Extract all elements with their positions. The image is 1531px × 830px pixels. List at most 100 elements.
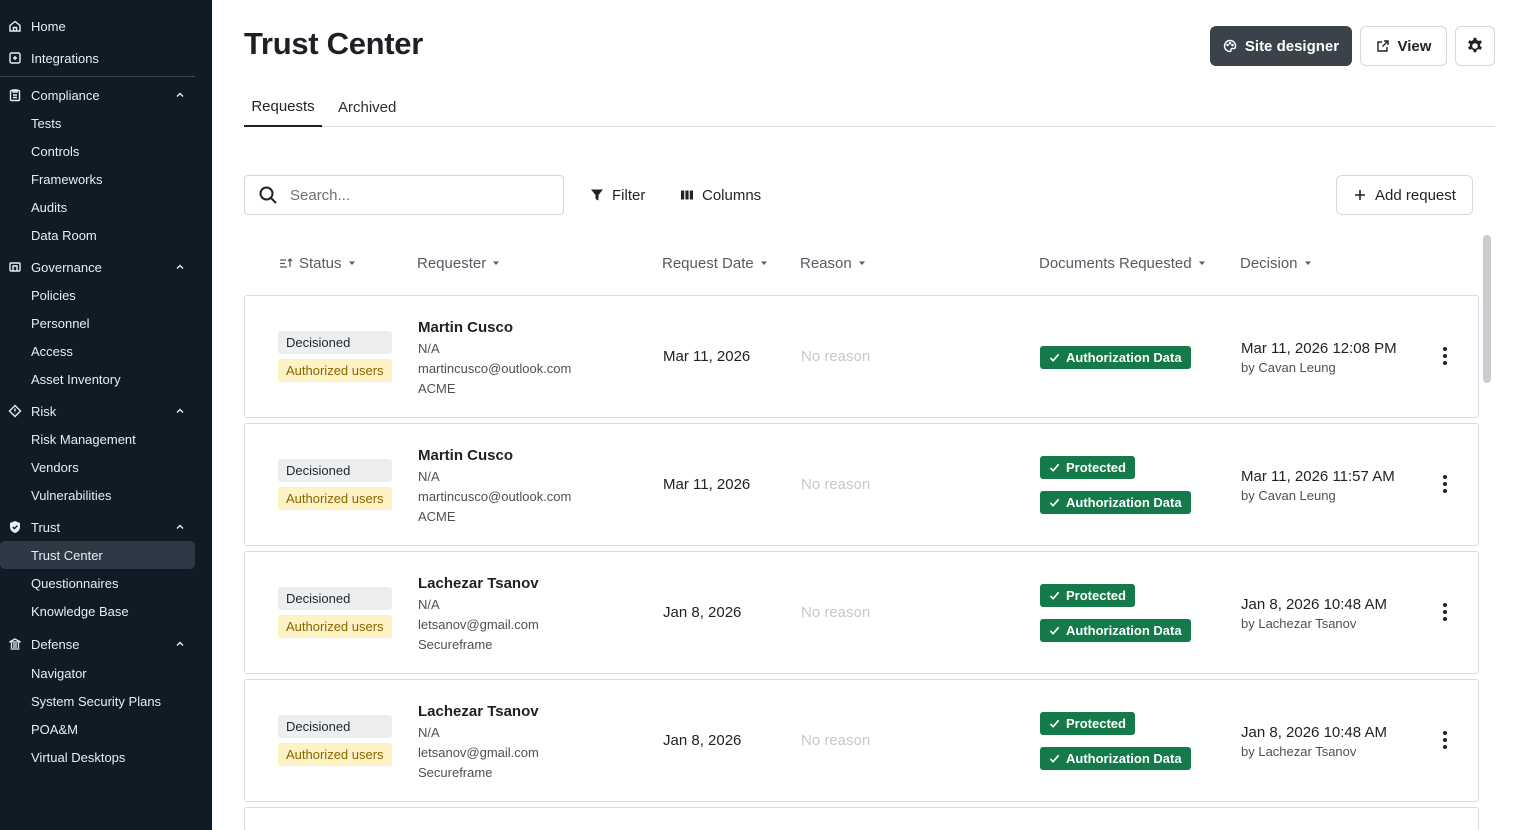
sidebar-item-label: Tests — [31, 115, 62, 131]
sidebar-section-label: Defense — [31, 636, 80, 652]
requester-email: martincusco@outlook.com — [418, 361, 572, 376]
more-vertical-icon — [1443, 347, 1447, 365]
sidebar-item-integrations[interactable]: Integrations — [0, 44, 195, 72]
sidebar-item-risk-management[interactable]: Risk Management — [0, 425, 195, 453]
sidebar-item-label: Controls — [31, 143, 80, 159]
more-vertical-icon — [1443, 475, 1447, 493]
sidebar-item-knowledge-base[interactable]: Knowledge Base — [0, 597, 195, 625]
column-header-decision[interactable]: Decision — [1240, 252, 1312, 274]
sidebar-item-controls[interactable]: Controls — [0, 137, 195, 165]
sidebar-item-poam[interactable]: POA&M — [0, 715, 195, 743]
requester-company: ACME — [418, 509, 456, 524]
table-row[interactable]: Decisioned Authorized users Martin Cusco… — [244, 423, 1479, 546]
table-row-partial[interactable] — [244, 807, 1479, 830]
sidebar-section-compliance[interactable]: Compliance — [0, 81, 195, 109]
plus-icon — [1355, 190, 1366, 200]
column-header-reason[interactable]: Reason — [800, 252, 866, 274]
sidebar-section-governance[interactable]: Governance — [0, 253, 195, 281]
sidebar-item-virtual-desktops[interactable]: Virtual Desktops — [0, 743, 195, 771]
sidebar-item-questionnaires[interactable]: Questionnaires — [0, 569, 195, 597]
status-badge-authorized: Authorized users — [278, 487, 392, 510]
sidebar-item-label: Navigator — [31, 665, 87, 681]
sidebar-item-policies[interactable]: Policies — [0, 281, 195, 309]
site-designer-label: Site designer — [1244, 37, 1340, 55]
check-icon — [1049, 626, 1060, 635]
row-menu-button[interactable] — [1435, 602, 1455, 622]
sidebar-item-label: Home — [31, 18, 66, 34]
search-icon — [259, 186, 277, 204]
decision-by: by Cavan Leung — [1241, 488, 1336, 503]
sidebar-item-asset-inventory[interactable]: Asset Inventory — [0, 365, 195, 393]
sidebar-item-access[interactable]: Access — [0, 337, 195, 365]
search-box — [244, 175, 564, 215]
sidebar-item-system-security-plans[interactable]: System Security Plans — [0, 687, 195, 715]
sidebar-item-tests[interactable]: Tests — [0, 109, 195, 137]
sidebar-item-label: Vulnerabilities — [31, 487, 112, 503]
column-header-request-date[interactable]: Request Date — [662, 252, 768, 274]
tab-requests[interactable]: Requests — [244, 88, 322, 127]
table-row[interactable]: Decisioned Authorized users Lachezar Tsa… — [244, 679, 1479, 802]
sidebar-section-trust[interactable]: Trust — [0, 513, 195, 541]
table-row[interactable]: Decisioned Authorized users Lachezar Tsa… — [244, 551, 1479, 674]
search-input[interactable] — [290, 186, 540, 204]
gear-icon — [1468, 37, 1482, 53]
column-header-status[interactable]: Status — [279, 252, 356, 274]
chevron-up-icon — [176, 264, 184, 269]
document-label: Authorization Data — [1066, 350, 1182, 365]
add-request-label: Add request — [1375, 186, 1456, 204]
tab-bar: Requests Archived — [244, 88, 1495, 127]
chevron-up-icon — [176, 524, 184, 529]
settings-button[interactable] — [1455, 26, 1495, 66]
document-badge: Authorization Data — [1040, 747, 1191, 770]
sidebar-divider — [0, 76, 195, 77]
column-header-documents-requested[interactable]: Documents Requested — [1039, 252, 1206, 274]
decision-by: by Lachezar Tsanov — [1241, 744, 1357, 759]
caret-down-icon — [858, 261, 865, 265]
sidebar-item-navigator[interactable]: Navigator — [0, 659, 195, 687]
sidebar-item-vulnerabilities[interactable]: Vulnerabilities — [0, 481, 195, 509]
integrations-icon — [8, 51, 22, 65]
row-menu-button[interactable] — [1435, 730, 1455, 750]
table-scrollbar[interactable] — [1483, 235, 1491, 383]
column-header-requester[interactable]: Requester — [417, 252, 500, 274]
columns-button[interactable]: Columns — [680, 175, 761, 215]
filter-button[interactable]: Filter — [590, 175, 645, 215]
status-badge-authorized: Authorized users — [278, 743, 392, 766]
column-label: Request Date — [662, 254, 754, 272]
sidebar-item-frameworks[interactable]: Frameworks — [0, 165, 195, 193]
sidebar-item-audits[interactable]: Audits — [0, 193, 195, 221]
check-icon — [1049, 591, 1060, 600]
row-menu-button[interactable] — [1435, 474, 1455, 494]
add-request-button[interactable]: Add request — [1336, 175, 1473, 215]
sidebar-item-home[interactable]: Home — [0, 12, 195, 40]
request-date: Mar 11, 2026 — [663, 348, 751, 365]
sidebar-item-vendors[interactable]: Vendors — [0, 453, 195, 481]
site-designer-button[interactable]: Site designer — [1210, 26, 1352, 66]
status-badge-decisioned: Decisioned — [278, 459, 392, 482]
requester-title: N/A — [418, 725, 440, 740]
sidebar-section-risk[interactable]: Risk — [0, 397, 195, 425]
shield-icon — [8, 520, 22, 534]
tab-archived[interactable]: Archived — [338, 88, 396, 127]
document-label: Protected — [1066, 460, 1126, 475]
requester-title: N/A — [418, 597, 440, 612]
sidebar-item-personnel[interactable]: Personnel — [0, 309, 195, 337]
document-label: Authorization Data — [1066, 495, 1182, 510]
sidebar-item-label: Frameworks — [31, 171, 103, 187]
sidebar-section-label: Risk — [31, 403, 57, 419]
document-badge: Authorization Data — [1040, 491, 1191, 514]
more-vertical-icon — [1443, 603, 1447, 621]
clipboard-icon — [8, 88, 22, 102]
sidebar-item-trust-center[interactable]: Trust Center — [0, 541, 195, 569]
caret-down-icon — [1198, 261, 1205, 265]
sidebar-item-data-room[interactable]: Data Room — [0, 221, 195, 249]
chevron-up-icon — [176, 641, 184, 646]
sidebar-section-defense[interactable]: Defense — [0, 630, 195, 658]
sidebar-section-label: Governance — [31, 259, 102, 275]
view-button[interactable]: View — [1360, 26, 1447, 66]
table-row[interactable]: Decisioned Authorized users Martin Cusco… — [244, 295, 1479, 418]
row-menu-button[interactable] — [1435, 346, 1455, 366]
sidebar-item-label: Questionnaires — [31, 575, 119, 591]
sidebar-item-label: Asset Inventory — [31, 371, 121, 387]
column-label: Reason — [800, 254, 852, 272]
